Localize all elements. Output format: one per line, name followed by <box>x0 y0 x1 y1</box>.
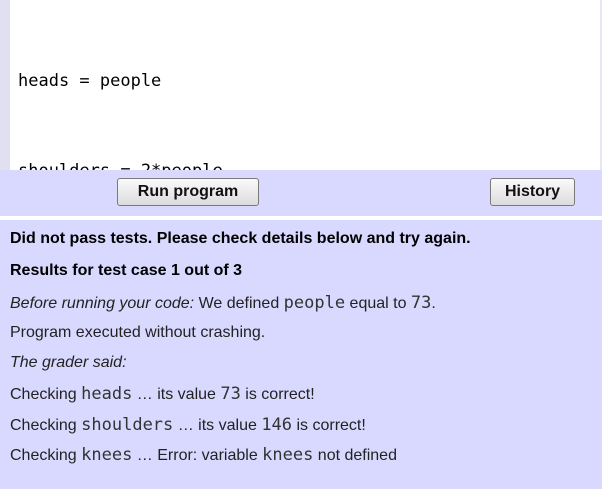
check-line-knees: Checking knees … Error: variable knees n… <box>10 445 397 465</box>
check-mid: … its value <box>132 386 221 403</box>
app-frame: heads = people shoulders = 2*people Run … <box>0 0 602 489</box>
check-value: 146 <box>261 415 293 435</box>
executed-line: Program executed without crashing. <box>10 324 266 341</box>
grader-said-label: The grader said: <box>10 354 127 371</box>
results-panel: Did not pass tests. Please check details… <box>0 216 602 489</box>
code-line[interactable]: heads = people <box>18 66 594 96</box>
check-suffix: is correct! <box>240 386 315 403</box>
check-value: 73 <box>220 384 241 404</box>
check-prefix: Checking <box>10 386 82 403</box>
before-running-text: We defined <box>194 295 284 312</box>
check-var: knees <box>81 445 133 465</box>
editor-gutter <box>0 0 10 170</box>
result-summary: Did not pass tests. Please check details… <box>10 230 471 247</box>
test-case-header: Results for test case 1 out of 3 <box>10 262 243 279</box>
run-program-button[interactable]: Run program <box>117 178 259 206</box>
check-prefix: Checking <box>10 417 82 434</box>
check-var: heads <box>81 384 133 404</box>
before-running-value: 73 <box>410 293 432 313</box>
toolbar: Run program History <box>0 170 602 216</box>
check-mid: … Error: variable <box>132 447 263 464</box>
history-button[interactable]: History <box>490 178 575 206</box>
before-running-line: Before running your code: We defined peo… <box>10 293 436 313</box>
before-running-var: people <box>283 293 346 313</box>
before-running-equal: equal to <box>345 295 411 312</box>
check-prefix: Checking <box>10 447 82 464</box>
before-running-label: Before running your code: <box>10 295 195 312</box>
check-mid: … its value <box>173 417 262 434</box>
code-editor[interactable]: heads = people shoulders = 2*people <box>18 6 594 181</box>
check-suffix: not defined <box>313 447 397 464</box>
editor-panel: heads = people shoulders = 2*people <box>0 0 602 181</box>
before-running-end: . <box>431 295 436 312</box>
check-line-heads: Checking heads … its value 73 is correct… <box>10 384 315 404</box>
check-value: knees <box>262 445 314 465</box>
check-line-shoulders: Checking shoulders … its value 146 is co… <box>10 415 366 435</box>
check-var: shoulders <box>81 415 174 435</box>
check-suffix: is correct! <box>292 417 366 434</box>
